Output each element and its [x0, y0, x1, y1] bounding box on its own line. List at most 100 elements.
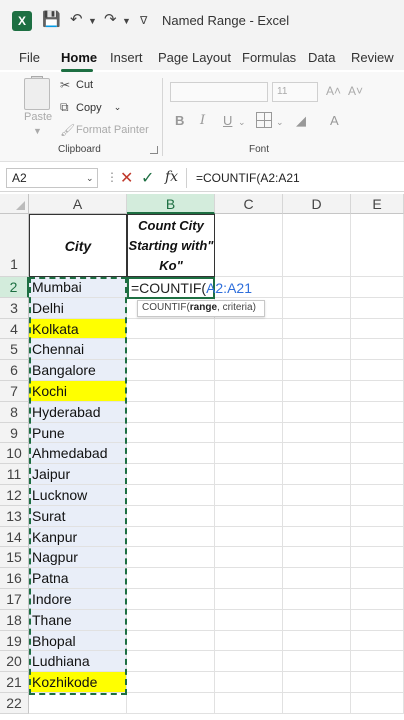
active-cell-editor[interactable]: =COUNTIF(A2:A21: [127, 277, 252, 299]
decrease-font-icon[interactable]: A˅: [348, 84, 363, 98]
grid-cell[interactable]: [283, 339, 351, 361]
row-header[interactable]: 1: [0, 214, 29, 277]
grid-cell[interactable]: [283, 505, 351, 527]
row-header[interactable]: 10: [0, 443, 29, 465]
row-header[interactable]: 9: [0, 422, 29, 444]
redo-dropdown-icon[interactable]: ▼: [122, 16, 131, 26]
grid-cell[interactable]: [351, 214, 404, 277]
tab-file[interactable]: File: [19, 50, 40, 65]
grid-cell[interactable]: [127, 589, 215, 610]
underline-button[interactable]: U: [223, 113, 232, 128]
grid-cell[interactable]: [215, 401, 283, 423]
city-cell[interactable]: Kolkata: [29, 318, 127, 340]
grid-cell[interactable]: [283, 526, 351, 548]
grid-cell[interactable]: [127, 526, 215, 548]
grid-cell[interactable]: [215, 672, 283, 693]
select-all-corner[interactable]: [0, 194, 29, 214]
tab-insert[interactable]: Insert: [110, 50, 143, 65]
city-cell[interactable]: Surat: [29, 505, 127, 527]
grid-cell[interactable]: [127, 505, 215, 527]
grid-cell[interactable]: [351, 630, 404, 652]
grid-cell[interactable]: [283, 360, 351, 381]
grid-cell[interactable]: [215, 609, 283, 631]
grid-cell[interactable]: [215, 339, 283, 361]
row-header[interactable]: 22: [0, 693, 29, 714]
grid-cell[interactable]: [283, 401, 351, 423]
grid-cell[interactable]: [351, 609, 404, 631]
grid-cell[interactable]: [127, 568, 215, 589]
grid-cell[interactable]: [215, 485, 283, 506]
grid-cell[interactable]: [351, 277, 404, 298]
cut-button[interactable]: ✂ Cut: [60, 78, 93, 92]
row-header[interactable]: 4: [0, 318, 29, 340]
grid-cell[interactable]: [283, 568, 351, 589]
grid-cell[interactable]: [351, 547, 404, 569]
column-header-d[interactable]: D: [283, 194, 351, 214]
grid-cell[interactable]: [351, 443, 404, 465]
grid-cell[interactable]: [215, 547, 283, 569]
customize-quick-access-icon[interactable]: ∇: [140, 14, 147, 27]
grid-cell[interactable]: [283, 672, 351, 693]
city-cell[interactable]: Pune: [29, 422, 127, 444]
row-header[interactable]: 14: [0, 526, 29, 548]
cell-b1-header[interactable]: Count City Starting with" Ko": [127, 214, 215, 277]
grid-cell[interactable]: [127, 651, 215, 673]
row-header[interactable]: 20: [0, 651, 29, 673]
underline-dropdown-icon[interactable]: ⌄: [238, 117, 246, 128]
grid-cell[interactable]: [215, 630, 283, 652]
grid-cell[interactable]: [215, 651, 283, 673]
column-header-b[interactable]: B: [127, 194, 215, 214]
city-cell[interactable]: Nagpur: [29, 547, 127, 569]
grid-cell[interactable]: [127, 547, 215, 569]
paste-board-icon[interactable]: [24, 78, 50, 110]
grid-cell[interactable]: [283, 693, 351, 714]
grid-cell[interactable]: [215, 526, 283, 548]
font-size-dropdown[interactable]: 11: [272, 82, 318, 102]
grid-cell[interactable]: [351, 672, 404, 693]
cell-a1-header[interactable]: City: [29, 214, 127, 277]
grid-cell[interactable]: [283, 422, 351, 444]
city-cell[interactable]: Ahmedabad: [29, 443, 127, 465]
increase-font-icon[interactable]: A˄: [326, 84, 341, 98]
tab-page-layout[interactable]: Page Layout: [158, 50, 231, 65]
row-header[interactable]: 21: [0, 672, 29, 693]
bold-button[interactable]: B: [175, 113, 184, 128]
redo-icon[interactable]: ↷: [104, 10, 117, 28]
undo-icon[interactable]: ↶: [70, 10, 83, 28]
insert-function-button[interactable]: fx: [165, 169, 178, 185]
grid-cell[interactable]: [215, 505, 283, 527]
formula-input[interactable]: =COUNTIF(A2:A21: [196, 171, 300, 185]
row-header[interactable]: 5: [0, 339, 29, 361]
row-header[interactable]: 2: [0, 277, 29, 298]
font-name-dropdown[interactable]: [170, 82, 268, 102]
grid-cell[interactable]: [127, 609, 215, 631]
fill-color-icon[interactable]: ◢: [296, 113, 306, 129]
city-cell[interactable]: Jaipur: [29, 464, 127, 485]
row-header[interactable]: 12: [0, 485, 29, 506]
paste-button[interactable]: Paste: [24, 111, 52, 123]
grid-cell[interactable]: [351, 464, 404, 485]
grid-cell[interactable]: [283, 547, 351, 569]
city-cell[interactable]: Lucknow: [29, 485, 127, 506]
grid-cell[interactable]: [283, 589, 351, 610]
format-painter-button[interactable]: 🖌 Format Painter: [60, 123, 149, 137]
row-header[interactable]: 8: [0, 401, 29, 423]
grid-cell[interactable]: [215, 693, 283, 714]
save-icon[interactable]: 💾: [42, 10, 61, 28]
grid-cell[interactable]: [351, 381, 404, 402]
row-header[interactable]: 16: [0, 568, 29, 589]
undo-dropdown-icon[interactable]: ▼: [88, 16, 97, 26]
enter-check-icon[interactable]: ✓: [141, 168, 154, 188]
grid-cell[interactable]: [283, 609, 351, 631]
tab-review[interactable]: Review: [351, 50, 394, 65]
city-cell[interactable]: Bangalore: [29, 360, 127, 381]
grid-cell[interactable]: [283, 630, 351, 652]
grid-cell[interactable]: [351, 422, 404, 444]
grid-cell[interactable]: [215, 318, 283, 340]
grid-cell[interactable]: [127, 443, 215, 465]
grid-cell[interactable]: [283, 277, 351, 298]
grid-cell[interactable]: [283, 214, 351, 277]
grid-cell[interactable]: [351, 505, 404, 527]
city-cell[interactable]: Delhi: [29, 297, 127, 319]
city-cell[interactable]: Mumbai: [29, 277, 127, 298]
